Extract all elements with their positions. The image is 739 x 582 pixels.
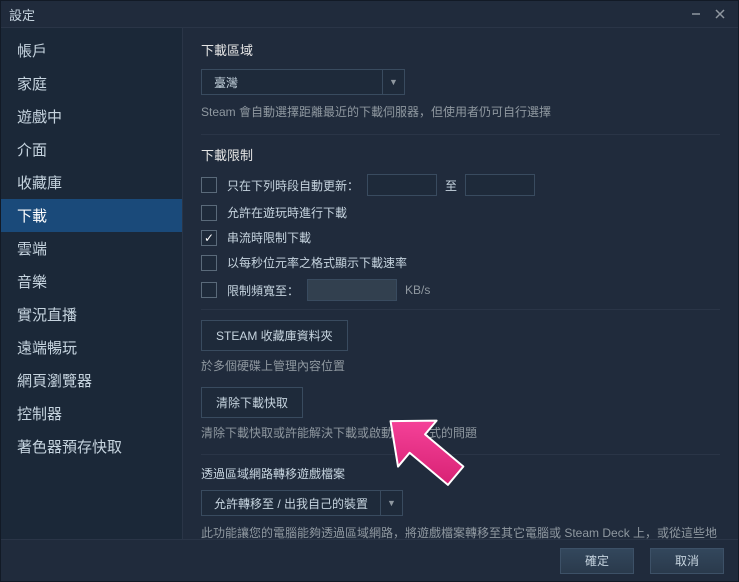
library-folders-desc: 於多個硬碟上管理內容位置 — [201, 357, 720, 375]
clear-cache-desc: 清除下載快取或許能解決下載或啟動應用程式的問題 — [201, 424, 720, 442]
close-button[interactable] — [710, 5, 730, 23]
chevron-down-icon: ▼ — [380, 491, 402, 515]
sidebar-item-family[interactable]: 家庭 — [1, 67, 182, 100]
schedule-start-input[interactable] — [367, 174, 437, 196]
throttle-streaming-label: 串流時限制下載 — [227, 229, 311, 246]
region-hint: Steam 會自動選擇距離最近的下載伺服器，但使用者仍可自行選擇 — [201, 103, 720, 120]
show-bits-checkbox[interactable] — [201, 255, 217, 271]
minimize-button[interactable] — [686, 5, 706, 23]
clear-cache-button[interactable]: 清除下載快取 — [201, 387, 303, 418]
sidebar-item-in-game[interactable]: 遊戲中 — [1, 100, 182, 133]
sidebar-item-controller[interactable]: 控制器 — [1, 397, 182, 430]
library-folders-button[interactable]: STEAM 收藏庫資料夾 — [201, 320, 348, 351]
chevron-down-icon: ▼ — [382, 70, 404, 94]
allow-while-playing-checkbox[interactable] — [201, 205, 217, 221]
region-heading: 下載區域 — [201, 40, 720, 59]
show-bits-label: 以每秒位元率之格式顯示下載速率 — [227, 254, 407, 271]
throttle-streaming-checkbox[interactable] — [201, 230, 217, 246]
schedule-checkbox[interactable] — [201, 177, 217, 193]
bandwidth-limit-label: 限制頻寬至： — [227, 282, 299, 299]
divider — [201, 309, 720, 310]
limits-heading: 下載限制 — [201, 145, 720, 164]
sidebar-item-downloads[interactable]: 下載 — [1, 199, 182, 232]
content-pane: 下載區域 臺灣 ▼ Steam 會自動選擇距離最近的下載伺服器，但使用者仍可自行… — [183, 28, 738, 539]
sidebar-item-library[interactable]: 收藏庫 — [1, 166, 182, 199]
download-region-value: 臺灣 — [202, 70, 382, 94]
download-region-select[interactable]: 臺灣 ▼ — [201, 69, 405, 95]
schedule-end-input[interactable] — [465, 174, 535, 196]
sidebar-item-shader-cache[interactable]: 著色器預存快取 — [1, 430, 182, 463]
schedule-label: 只在下列時段自動更新： — [227, 177, 359, 194]
sidebar-item-web-browser[interactable]: 網頁瀏覽器 — [1, 364, 182, 397]
settings-window: 設定 帳戶 家庭 遊戲中 介面 收藏庫 下載 雲端 音樂 實況直播 遠端暢玩 網… — [0, 0, 739, 582]
titlebar: 設定 — [1, 1, 738, 27]
sidebar-item-cloud[interactable]: 雲端 — [1, 232, 182, 265]
sidebar: 帳戶 家庭 遊戲中 介面 收藏庫 下載 雲端 音樂 實況直播 遠端暢玩 網頁瀏覽… — [1, 28, 183, 539]
sidebar-item-music[interactable]: 音樂 — [1, 265, 182, 298]
divider — [201, 454, 720, 455]
sidebar-item-account[interactable]: 帳戶 — [1, 34, 182, 67]
sidebar-item-remote-play[interactable]: 遠端暢玩 — [1, 331, 182, 364]
allow-while-playing-label: 允許在遊玩時進行下載 — [227, 204, 347, 221]
lan-transfer-select[interactable]: 允許轉移至 / 出我自己的裝置 ▼ — [201, 490, 403, 516]
lan-transfer-desc: 此功能讓您的電腦能夠透過區域網路，將遊戲檔案轉移至其它電腦或 Steam Dec… — [201, 524, 720, 539]
divider — [201, 134, 720, 135]
footer: 確定 取消 — [1, 539, 738, 581]
to-label: 至 — [445, 177, 457, 194]
ok-button[interactable]: 確定 — [560, 548, 634, 574]
lan-transfer-heading: 透過區域網路轉移遊戲檔案 — [201, 465, 720, 482]
bandwidth-limit-checkbox[interactable] — [201, 282, 217, 298]
cancel-button[interactable]: 取消 — [650, 548, 724, 574]
bandwidth-unit: KB/s — [405, 283, 430, 297]
lan-transfer-value: 允許轉移至 / 出我自己的裝置 — [202, 491, 380, 515]
bandwidth-limit-input[interactable] — [307, 279, 397, 301]
window-title: 設定 — [9, 5, 682, 24]
sidebar-item-interface[interactable]: 介面 — [1, 133, 182, 166]
sidebar-item-broadcast[interactable]: 實況直播 — [1, 298, 182, 331]
